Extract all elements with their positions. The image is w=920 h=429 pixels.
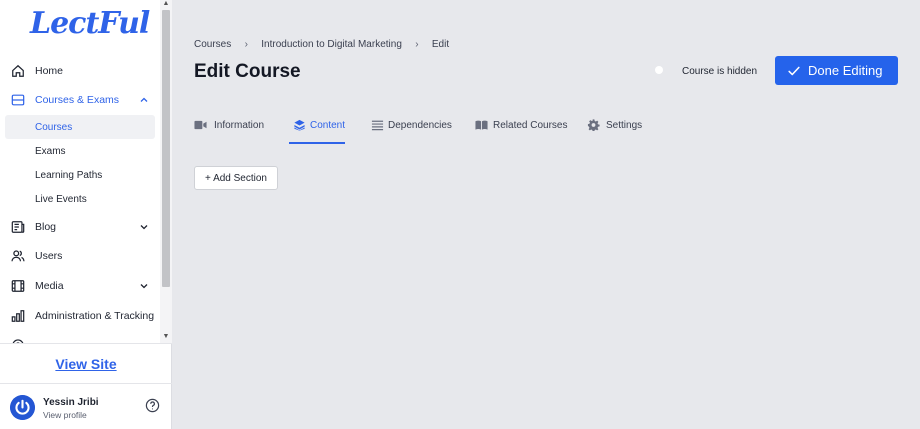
scrollbar-thumb[interactable] xyxy=(162,10,170,287)
scroll-up-arrow-icon[interactable]: ▲ xyxy=(162,0,170,7)
sidebar-subitem-label: Learning Paths xyxy=(35,169,103,181)
sidebar: LectFul Home Courses & Exams Courses Exa… xyxy=(0,0,172,429)
sidebar-item-home[interactable]: Home xyxy=(0,57,160,85)
user-profile[interactable]: Yessin Jribi View profile xyxy=(0,383,172,429)
view-profile-link[interactable]: View profile xyxy=(43,410,87,420)
sidebar-item-settings-partial[interactable] xyxy=(0,331,160,343)
breadcrumb: Courses › Introduction to Digital Market… xyxy=(194,37,449,51)
courses-icon xyxy=(11,94,25,106)
sidebar-subitem-exams[interactable]: Exams xyxy=(5,139,155,163)
tab-settings[interactable]: Settings xyxy=(587,110,647,144)
sidebar-item-blog[interactable]: Blog xyxy=(0,213,160,241)
chevron-right-icon: › xyxy=(415,38,419,50)
sidebar-item-label: Courses & Exams xyxy=(35,94,120,106)
sidebar-item-media[interactable]: Media xyxy=(0,272,160,300)
help-icon[interactable] xyxy=(145,398,160,413)
sidebar-subitem-label: Live Events xyxy=(35,193,87,205)
avatar[interactable] xyxy=(10,395,35,420)
active-tab-indicator xyxy=(289,142,345,144)
done-editing-label: Done Editing xyxy=(808,63,883,78)
tab-information[interactable]: Information xyxy=(194,110,274,144)
sidebar-subitem-live-events[interactable]: Live Events xyxy=(5,187,155,211)
sidebar-item-users[interactable]: Users xyxy=(0,242,160,270)
users-icon xyxy=(11,250,25,262)
done-editing-button[interactable]: Done Editing xyxy=(775,56,898,85)
add-section-button[interactable]: + Add Section xyxy=(194,166,278,190)
user-name: Yessin Jribi xyxy=(43,397,99,408)
tab-content[interactable]: Content xyxy=(289,110,349,144)
chevron-up-icon[interactable] xyxy=(139,95,149,105)
media-icon xyxy=(11,280,25,292)
tab-related-courses[interactable]: Related Courses xyxy=(475,110,568,144)
sidebar-item-courses-exams[interactable]: Courses & Exams xyxy=(0,86,160,114)
tab-label: Information xyxy=(214,120,265,131)
visibility-label: Course is hidden xyxy=(682,66,758,77)
sidebar-subitem-courses[interactable]: Courses xyxy=(5,115,155,139)
sidebar-nav: Home Courses & Exams Courses Exams Learn… xyxy=(0,57,160,343)
view-site-section: View Site xyxy=(0,343,172,383)
check-icon xyxy=(788,66,800,76)
scroll-down-arrow-icon[interactable]: ▼ xyxy=(162,333,170,340)
sidebar-subitem-label: Exams xyxy=(35,145,66,157)
view-site-link[interactable]: View Site xyxy=(55,356,116,372)
book-icon xyxy=(475,120,488,130)
blog-icon xyxy=(11,221,25,233)
sidebar-subitem-learning-paths[interactable]: Learning Paths xyxy=(5,163,155,187)
layers-icon xyxy=(294,119,305,131)
app-logo[interactable]: LectFul xyxy=(30,6,150,41)
breadcrumb-item-edit: Edit xyxy=(431,38,450,50)
page-title: Edit Course xyxy=(194,61,301,82)
tab-label: Settings xyxy=(606,120,643,131)
visibility-toggle[interactable] xyxy=(650,64,670,76)
sidebar-item-label: Media xyxy=(35,280,64,292)
sidebar-scrollbar[interactable]: ▲ ▼ xyxy=(160,0,172,343)
sidebar-subitem-label: Courses xyxy=(35,121,73,133)
sidebar-item-label: Users xyxy=(35,250,63,262)
chart-icon xyxy=(11,310,25,322)
tab-label: Dependencies xyxy=(388,120,452,131)
tab-label: Content xyxy=(310,120,346,131)
sidebar-item-administration[interactable]: Administration & Tracking xyxy=(0,302,160,330)
chevron-right-icon: › xyxy=(244,38,248,50)
breadcrumb-item-course[interactable]: Introduction to Digital Marketing xyxy=(261,39,402,50)
sidebar-item-label: Blog xyxy=(35,221,57,233)
chevron-down-icon[interactable] xyxy=(139,281,149,291)
sidebar-item-label: Administration & Tracking xyxy=(35,310,155,322)
gear-icon xyxy=(587,119,600,131)
breadcrumb-item-courses[interactable]: Courses xyxy=(194,39,231,50)
list-icon xyxy=(371,120,384,131)
video-icon xyxy=(194,120,207,130)
home-icon xyxy=(12,64,24,77)
chevron-down-icon[interactable] xyxy=(139,222,149,232)
tab-dependencies[interactable]: Dependencies xyxy=(371,110,452,144)
toggle-knob xyxy=(655,66,663,74)
tab-label: Related Courses xyxy=(493,120,568,131)
sidebar-item-label: Home xyxy=(35,65,64,77)
